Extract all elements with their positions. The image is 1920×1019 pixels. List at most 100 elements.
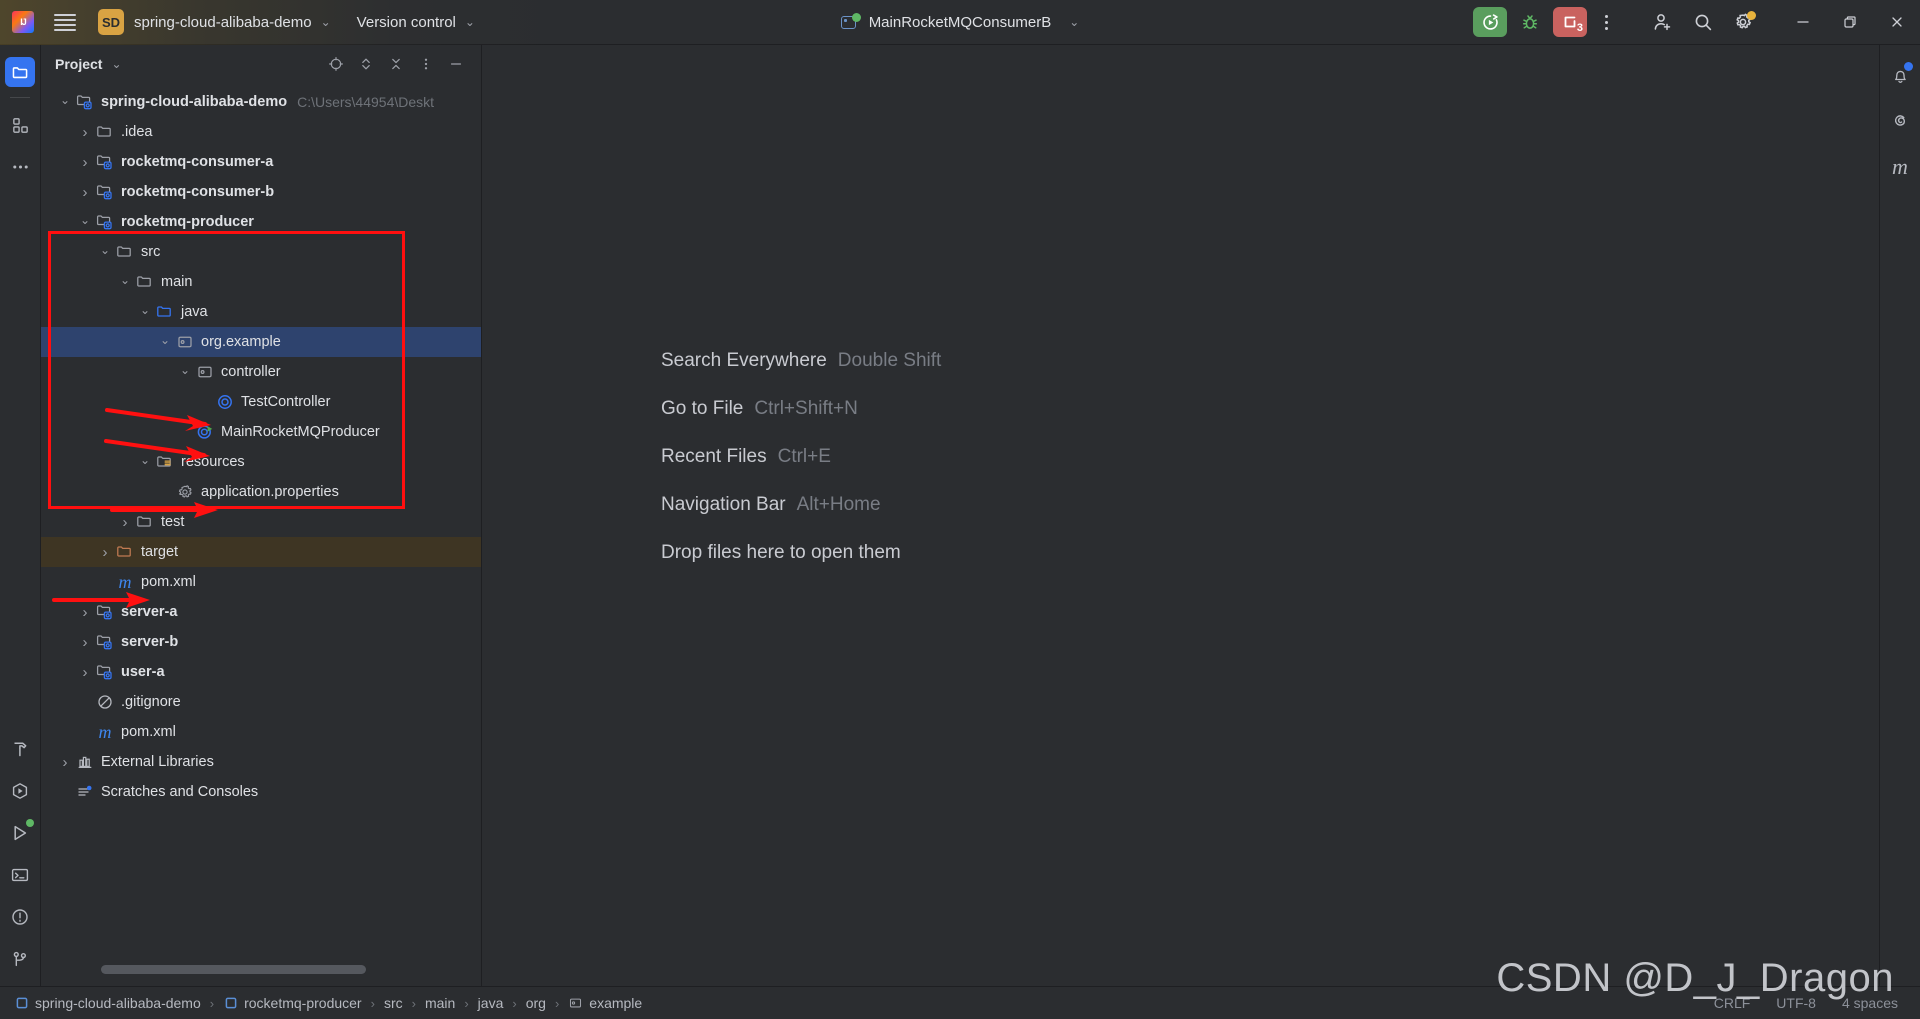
chevron-right-icon[interactable]: › [95,544,115,561]
chevron-down-icon[interactable]: ⌄ [75,213,95,232]
hamburger-menu-icon[interactable] [54,11,76,33]
package-icon [195,362,215,382]
tree-node-rocketmq-consumer-b[interactable]: › rocketmq-consumer-b [41,177,481,207]
editor-hint-go-to-file[interactable]: Go to File Ctrl+Shift+N [661,398,941,420]
editor-hint-recent-files[interactable]: Recent Files Ctrl+E [661,446,941,468]
editor-hint-search-everywhere[interactable]: Search Everywhere Double Shift [661,350,941,372]
chevron-right-icon[interactable]: › [75,604,95,621]
chevron-down-icon[interactable]: ⌄ [155,333,175,352]
tree-node-user-a[interactable]: › user-a [41,657,481,687]
search-button[interactable] [1683,4,1723,40]
project-panel-title: Project [55,56,103,72]
chevron-down-icon[interactable]: ⌄ [55,93,75,112]
breadcrumb-item-src[interactable]: src [384,995,403,1011]
chevron-down-icon[interactable]: ⌄ [95,243,115,262]
tree-node-org-example[interactable]: ⌄ org.example [41,327,481,357]
tree-node-external-libraries[interactable]: › External Libraries [41,747,481,777]
breadcrumb-item-example[interactable]: example [568,993,642,1013]
chevron-down-icon[interactable]: ⌄ [111,57,121,71]
tree-node-idea[interactable]: › .idea [41,117,481,147]
chevron-down-icon[interactable]: ⌄ [135,453,155,472]
tree-node-server-b[interactable]: › server-b [41,627,481,657]
settings-button[interactable] [1723,4,1763,40]
sidebar-item-problems[interactable] [5,902,35,932]
hide-project-panel-button[interactable] [443,51,469,77]
tree-node-resources[interactable]: ⌄ resources [41,447,481,477]
tree-node-scratches-and-consoles[interactable]: Scratches and Consoles [41,777,481,807]
chevron-right-icon[interactable]: › [75,154,95,171]
chevron-down-icon[interactable]: ⌄ [115,273,135,292]
tree-node-rocketmq-consumer-a[interactable]: › rocketmq-consumer-a [41,147,481,177]
maximize-window-button[interactable] [1826,0,1873,45]
stop-button[interactable]: 3 [1553,7,1587,37]
sidebar-item-maven[interactable]: m [1884,151,1916,183]
status-bar: spring-cloud-alibaba-demo › rocketmq-produ… [0,986,1920,1019]
more-vertical-icon[interactable] [1593,7,1619,37]
version-control-button[interactable]: Version control [357,14,456,31]
tree-node-pom-xml[interactable]: m pom.xml [41,717,481,747]
tree-node-testcontroller[interactable]: TestController [41,387,481,417]
tree-node-server-a[interactable]: › server-a [41,597,481,627]
sidebar-item-build[interactable] [5,734,35,764]
tree-node-test[interactable]: › test [41,507,481,537]
tree-node-pom-xml[interactable]: m pom.xml [41,567,481,597]
chevron-right-icon[interactable]: › [55,754,75,771]
tree-node-controller[interactable]: ⌄ controller [41,357,481,387]
tree-node-target[interactable]: › target [41,537,481,567]
minimize-window-button[interactable] [1779,0,1826,45]
hammer-icon [14,742,27,757]
run-button[interactable] [1473,7,1507,37]
sidebar-item-terminal[interactable] [5,860,35,890]
close-window-button[interactable] [1873,0,1920,45]
sidebar-item-structure[interactable] [5,110,35,140]
chevron-down-icon[interactable]: ⌄ [465,15,475,29]
tree-node-main[interactable]: ⌄ main [41,267,481,297]
project-tree[interactable]: ⌄ spring-cloud-alibaba-demo C:\Users\44954… [41,87,481,807]
chevron-right-icon[interactable]: › [115,514,135,531]
select-opened-file-button[interactable] [323,51,349,77]
chevron-right-icon[interactable]: › [75,184,95,201]
collapse-all-button[interactable] [383,51,409,77]
chevron-down-icon[interactable]: ⌄ [175,363,195,382]
sidebar-item-ai-assistant[interactable] [1884,105,1916,137]
project-panel-options-button[interactable] [413,51,439,77]
tree-node-gitignore[interactable]: .gitignore [41,687,481,717]
breadcrumb-item-main[interactable]: main [425,995,455,1011]
tree-node-java[interactable]: ⌄ java [41,297,481,327]
breadcrumb-item-rocketmq-producer[interactable]: rocketmq-producer [223,993,362,1013]
chevron-right-icon[interactable]: › [75,634,95,651]
breadcrumb-item-label: main [424,995,456,1011]
chevron-right-icon[interactable]: › [75,664,95,681]
sidebar-item-run[interactable] [5,818,35,848]
tree-node-mainrocketmqproducer[interactable]: MainRocketMQProducer [41,417,481,447]
chevron-down-icon: ⌄ [1069,15,1080,29]
sidebar-item-services[interactable] [5,776,35,806]
debug-button[interactable] [1513,7,1547,37]
project-tree-horizontal-scrollbar[interactable] [101,965,366,974]
indent-indicator[interactable]: 4 spaces [1842,995,1898,1011]
project-name-label[interactable]: spring-cloud-alibaba-demo [134,14,312,31]
tree-node-src[interactable]: ⌄ src [41,237,481,267]
breadcrumb-item-spring-cloud-alibaba-demo[interactable]: spring-cloud-alibaba-demo [14,993,201,1013]
encoding-indicator[interactable]: UTF-8 [1776,995,1816,1011]
chevron-down-icon[interactable]: ⌄ [135,303,155,322]
expand-collapse-button[interactable] [353,51,379,77]
breadcrumb[interactable]: spring-cloud-alibaba-demo › rocketmq-produ… [14,993,642,1013]
line-separator-indicator[interactable]: CRLF [1714,995,1751,1011]
breadcrumb-item-java[interactable]: java [478,995,504,1011]
sidebar-item-project[interactable] [5,57,35,87]
sidebar-item-more-tools[interactable] [5,152,35,182]
tree-node-spring-cloud-alibaba-demo[interactable]: ⌄ spring-cloud-alibaba-demo C:\Users\44954… [41,87,481,117]
tree-node-rocketmq-producer[interactable]: ⌄ rocketmq-producer [41,207,481,237]
run-configuration-selector[interactable]: MainRocketMQConsumerB ⌄ [840,12,1080,32]
folder-icon [135,272,155,292]
sidebar-item-version-control[interactable] [5,944,35,974]
editor-hint-navigation-bar[interactable]: Navigation Bar Alt+Home [661,494,941,516]
editor-empty-area[interactable]: Search Everywhere Double Shift Go to File C… [483,45,1879,986]
chevron-down-icon[interactable]: ⌄ [321,15,331,29]
chevron-right-icon[interactable]: › [75,124,95,141]
breadcrumb-item-org[interactable]: org [526,995,546,1011]
sidebar-item-notifications[interactable] [1884,59,1916,91]
tree-node-application-properties[interactable]: application.properties [41,477,481,507]
add-account-button[interactable] [1643,4,1683,40]
